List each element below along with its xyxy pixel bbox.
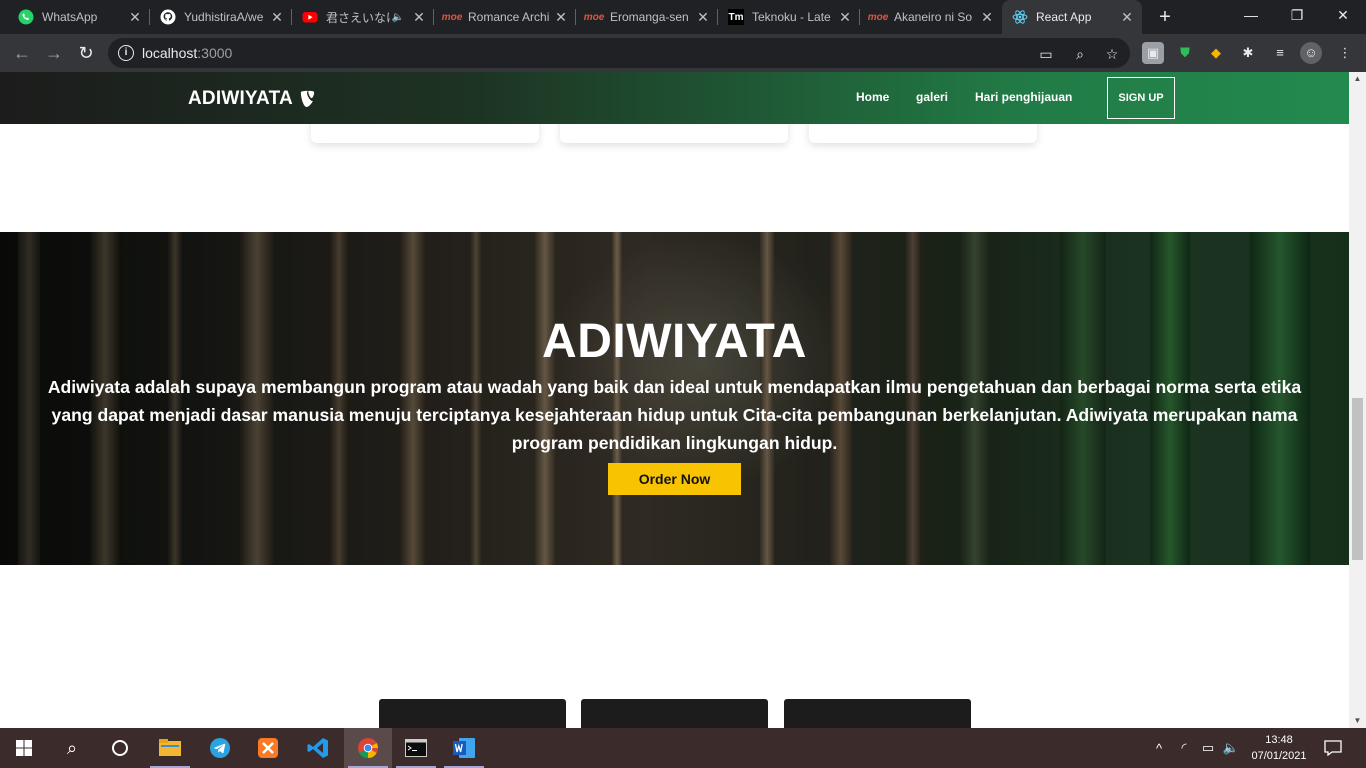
typo3-logo-icon bbox=[300, 90, 315, 107]
minimize-icon[interactable]: — bbox=[1228, 0, 1274, 30]
tab-title: WhatsApp bbox=[42, 10, 98, 24]
xampp-icon[interactable] bbox=[244, 728, 292, 768]
clock-date: 07/01/2021 bbox=[1251, 750, 1307, 762]
tab-title: Teknoku - Late bbox=[752, 10, 831, 24]
tab-whatsapp[interactable]: WhatsApp ✕ bbox=[8, 0, 150, 34]
windows-taskbar: ⌕ ^ ◜ ▭ 🔈 13:48 07/01/2021 bbox=[0, 728, 1366, 768]
page-scrollbar[interactable]: ▲ ▼ bbox=[1349, 72, 1366, 728]
word-icon[interactable] bbox=[440, 728, 488, 768]
tab-title: React App bbox=[1036, 10, 1092, 24]
new-tab-button[interactable]: + bbox=[1152, 4, 1178, 30]
file-explorer-icon[interactable] bbox=[146, 728, 194, 768]
browser-toolbar: ← → ↻ i localhost:3000 ▭ ⌕ ☆ ▣ ⛊ ◆ ✱ ≡ ☺… bbox=[0, 34, 1366, 72]
zoom-icon[interactable]: ⌕ bbox=[1070, 44, 1090, 64]
system-clock[interactable]: 13:48 07/01/2021 bbox=[1244, 732, 1314, 764]
brand-name: ADIWIYATA bbox=[188, 88, 293, 109]
battery-icon[interactable]: ▭ bbox=[1196, 728, 1220, 768]
scrollbar-thumb[interactable] bbox=[1352, 398, 1363, 560]
moe-icon: moe bbox=[867, 11, 889, 23]
order-now-button[interactable]: Order Now bbox=[608, 463, 741, 495]
wifi-icon[interactable]: ◜ bbox=[1172, 728, 1196, 768]
tab-eromanga[interactable]: moe Eromanga-sen ✕ bbox=[576, 0, 718, 34]
tab-title: Eromanga-sen bbox=[610, 10, 689, 24]
speaker-icon[interactable]: 🔈 bbox=[390, 9, 406, 25]
windows-start-icon[interactable] bbox=[0, 728, 48, 768]
telegram-icon[interactable] bbox=[196, 728, 244, 768]
site-info-icon[interactable]: i bbox=[118, 45, 134, 61]
extensions-puzzle-icon[interactable]: ✱ bbox=[1237, 42, 1259, 64]
tab-title: 君さえいなけ bbox=[326, 10, 390, 25]
tray-chevron-icon[interactable]: ^ bbox=[1148, 728, 1170, 768]
react-icon bbox=[1012, 9, 1028, 25]
vscode-icon[interactable] bbox=[294, 728, 342, 768]
volume-icon[interactable]: 🔈 bbox=[1220, 728, 1242, 768]
close-icon[interactable]: ✕ bbox=[836, 9, 854, 26]
close-icon[interactable]: ✕ bbox=[126, 9, 144, 26]
signup-button[interactable]: SIGN UP bbox=[1107, 77, 1175, 119]
hero-description: Adiwiyata adalah supaya membangun progra… bbox=[47, 377, 1302, 453]
address-bar[interactable]: i localhost:3000 ▭ ⌕ ☆ bbox=[108, 38, 1130, 68]
close-icon[interactable]: ✕ bbox=[552, 9, 570, 26]
hero-title: ADIWIYATA bbox=[542, 315, 807, 368]
tab-title: Akaneiro ni So bbox=[894, 10, 973, 24]
task-view-icon[interactable] bbox=[96, 728, 144, 768]
tab-react-app[interactable]: React App ✕ bbox=[1002, 0, 1142, 34]
bookmark-star-icon[interactable]: ☆ bbox=[1102, 44, 1122, 64]
clock-time: 13:48 bbox=[1265, 734, 1293, 746]
dark-card bbox=[581, 699, 768, 728]
drive-extension-icon[interactable]: ◆ bbox=[1205, 42, 1227, 64]
github-icon bbox=[160, 9, 176, 25]
tab-youtube[interactable]: 君さえいなけ 🔈 ✕ bbox=[292, 0, 434, 34]
moe-icon: moe bbox=[583, 11, 605, 23]
close-icon[interactable]: ✕ bbox=[978, 9, 996, 26]
scroll-down-icon[interactable]: ▼ bbox=[1349, 714, 1366, 728]
tab-github[interactable]: YudhistiraA/we ✕ bbox=[150, 0, 292, 34]
url-text[interactable]: localhost:3000 bbox=[142, 45, 232, 61]
scroll-up-icon[interactable]: ▲ bbox=[1349, 72, 1366, 86]
media-control-icon[interactable]: ≡ bbox=[1269, 42, 1291, 64]
search-icon[interactable]: ⌕ bbox=[48, 728, 96, 768]
nav-link-hari-penghijauan[interactable]: Hari penghijauan bbox=[975, 90, 1072, 104]
close-icon[interactable]: ✕ bbox=[268, 9, 286, 26]
close-window-icon[interactable]: ✕ bbox=[1320, 0, 1366, 30]
profile-extension-icon[interactable]: ▣ bbox=[1142, 42, 1164, 64]
site-navbar: ADIWIYATA Home galeri Hari penghijauan S… bbox=[0, 72, 1349, 124]
tab-title: YudhistiraA/we bbox=[184, 10, 264, 24]
tm-icon: Tm bbox=[728, 9, 744, 25]
nav-link-home[interactable]: Home bbox=[856, 90, 889, 104]
hero-section: ADIWIYATA Adiwiyata adalah supaya memban… bbox=[0, 232, 1349, 565]
moe-icon: moe bbox=[441, 11, 463, 23]
nav-link-galeri[interactable]: galeri bbox=[916, 90, 948, 104]
avatar[interactable]: ☺ bbox=[1300, 42, 1322, 64]
page-viewport: ADIWIYATA Home galeri Hari penghijauan S… bbox=[0, 72, 1349, 728]
dark-card bbox=[379, 699, 566, 728]
notifications-icon[interactable] bbox=[1320, 728, 1346, 768]
cast-icon[interactable]: ▭ bbox=[1036, 44, 1056, 64]
tab-akaneiro[interactable]: moe Akaneiro ni So ✕ bbox=[860, 0, 1002, 34]
tab-romance[interactable]: moe Romance Archi ✕ bbox=[434, 0, 576, 34]
terminal-icon[interactable] bbox=[392, 728, 440, 768]
youtube-icon bbox=[302, 9, 318, 25]
close-icon[interactable]: ✕ bbox=[410, 9, 428, 26]
chrome-icon[interactable] bbox=[344, 728, 392, 768]
back-icon[interactable]: ← bbox=[8, 39, 36, 67]
dark-card bbox=[784, 699, 971, 728]
close-icon[interactable]: ✕ bbox=[694, 9, 712, 26]
tab-teknoku[interactable]: Tm Teknoku - Late ✕ bbox=[718, 0, 860, 34]
forward-icon[interactable]: → bbox=[40, 39, 68, 67]
tab-title: Romance Archi bbox=[468, 10, 550, 24]
close-icon[interactable]: ✕ bbox=[1118, 9, 1136, 26]
site-brand[interactable]: ADIWIYATA bbox=[188, 88, 317, 110]
restore-icon[interactable]: ❐ bbox=[1274, 0, 1320, 30]
whatsapp-icon bbox=[18, 9, 34, 25]
menu-dots-icon[interactable]: ⋮ bbox=[1334, 42, 1356, 64]
shield-extension-icon[interactable]: ⛊ bbox=[1174, 42, 1196, 64]
reload-icon[interactable]: ↻ bbox=[72, 39, 100, 67]
browser-tab-strip: WhatsApp ✕ YudhistiraA/we ✕ 君さえいなけ 🔈 ✕ m… bbox=[0, 0, 1366, 34]
